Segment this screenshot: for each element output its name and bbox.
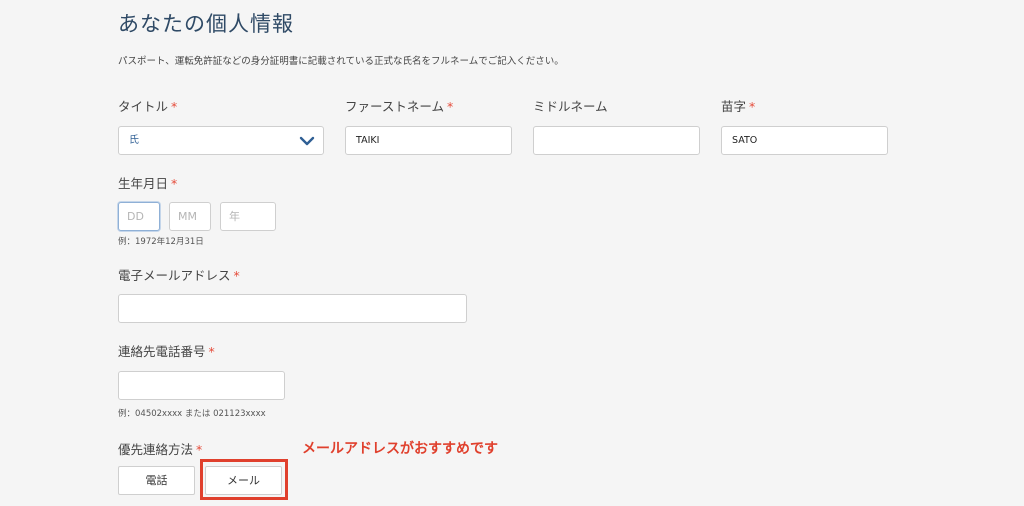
required-mark: *	[208, 344, 215, 359]
dob-day-placeholder: DD	[127, 210, 144, 223]
email-label: 電子メールアドレス *	[118, 268, 240, 283]
page-description: パスポート、運転免許証などの身分証明書に記載されている正式な氏名をフルネームでご…	[118, 56, 564, 67]
dob-day-input[interactable]: DD	[118, 202, 160, 231]
required-mark: *	[447, 99, 454, 114]
first-name-label: ファーストネーム *	[345, 99, 454, 114]
middle-name-input[interactable]	[533, 126, 700, 155]
contact-phone-button[interactable]: 電話	[118, 466, 195, 495]
required-mark: *	[749, 99, 756, 114]
phone-label: 連絡先電話番号 *	[118, 344, 215, 359]
page-title: あなたの個人情報	[118, 12, 294, 36]
required-mark: *	[196, 442, 203, 457]
dob-year-placeholder: 年	[229, 210, 240, 223]
title-label: タイトル *	[118, 99, 178, 114]
required-mark: *	[171, 99, 178, 114]
email-option-highlight	[200, 459, 288, 500]
dob-month-placeholder: MM	[178, 210, 197, 223]
dob-hint: 例：1972年12月31日	[118, 237, 204, 247]
phone-hint: 例：04502xxxx または 021123xxxx	[118, 409, 266, 419]
phone-input[interactable]	[118, 371, 285, 400]
dob-month-input[interactable]: MM	[169, 202, 211, 231]
middle-name-label: ミドルネーム	[533, 99, 608, 114]
last-name-input[interactable]: SATO	[721, 126, 888, 155]
first-name-input[interactable]: TAIKI	[345, 126, 512, 155]
required-mark: *	[233, 268, 240, 283]
last-name-label: 苗字 *	[721, 99, 756, 114]
required-mark: *	[171, 176, 178, 191]
title-select[interactable]: 氏	[118, 126, 324, 155]
dob-year-input[interactable]: 年	[220, 202, 276, 231]
contact-method-label: 優先連絡方法 *	[118, 442, 203, 457]
email-input[interactable]	[118, 294, 467, 323]
recommendation-annotation: メールアドレスがおすすめです	[302, 441, 498, 457]
chevron-down-icon	[299, 136, 315, 146]
dob-label: 生年月日 *	[118, 176, 178, 191]
title-select-value: 氏	[129, 135, 139, 146]
